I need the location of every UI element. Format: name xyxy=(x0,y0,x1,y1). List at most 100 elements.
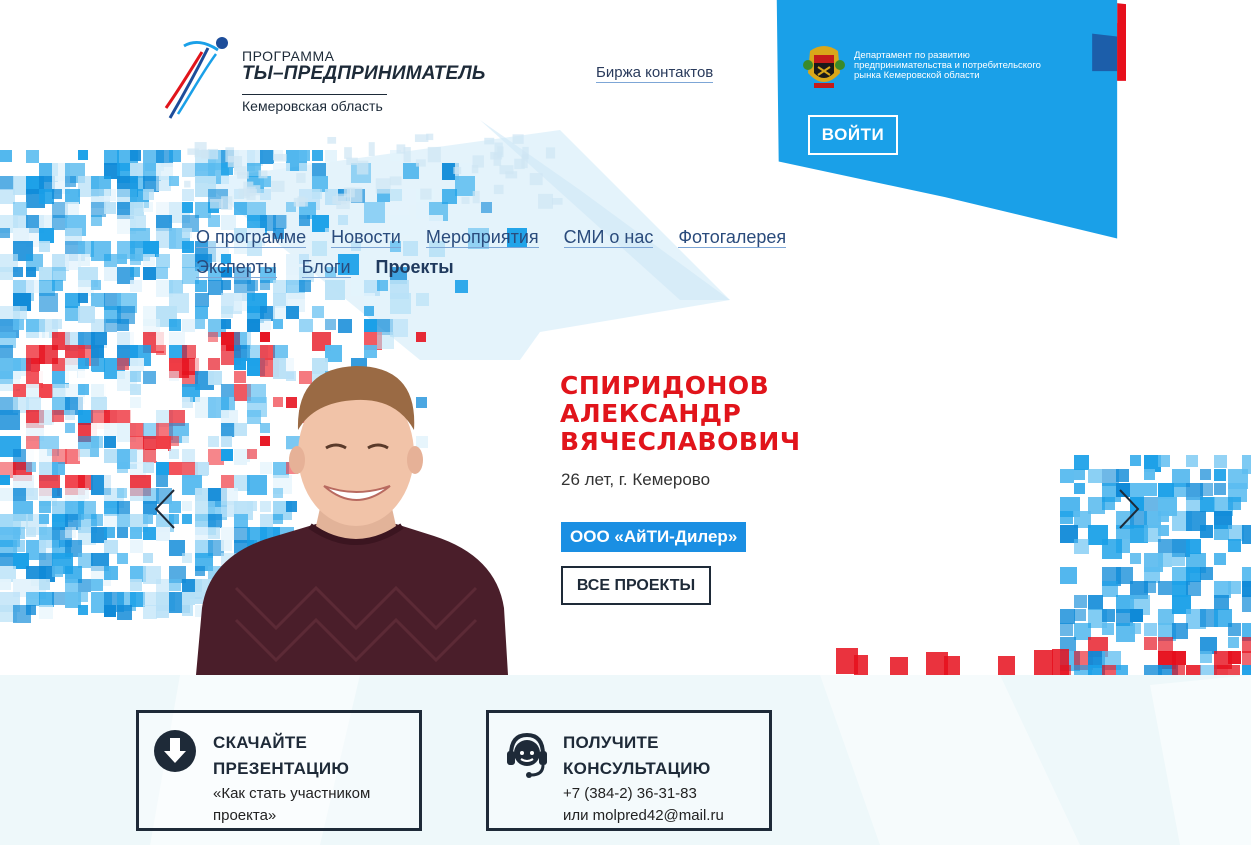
mosaic-tile xyxy=(78,384,89,395)
mosaic-tile xyxy=(52,449,67,464)
mosaic-tile xyxy=(78,605,88,615)
mosaic-tile xyxy=(39,189,54,204)
program-logo[interactable]: ПРОГРАММА ТЫ–ПРЕДПРИНИМАТЕЛЬ Кемеровская… xyxy=(164,32,514,122)
mosaic-tile xyxy=(332,196,347,205)
mosaic-tile xyxy=(52,423,63,434)
contacts-exchange-link[interactable]: Биржа контактов xyxy=(596,64,714,83)
mosaic-tile xyxy=(273,280,287,294)
mosaic-tile xyxy=(52,215,67,230)
mosaic-tile xyxy=(1060,567,1077,584)
mosaic-tile xyxy=(1214,525,1229,540)
mosaic-tile xyxy=(65,306,80,321)
mosaic-tile xyxy=(273,163,290,180)
mosaic-tile xyxy=(130,423,144,437)
mosaic-tile xyxy=(1060,609,1075,624)
all-projects-button[interactable]: ВСЕ ПРОЕКТЫ xyxy=(561,566,711,605)
mosaic-tile xyxy=(312,189,322,199)
mosaic-tile xyxy=(1158,539,1172,553)
mosaic-tile xyxy=(78,488,89,499)
mosaic-tile xyxy=(130,540,143,553)
card-title-line: КОНСУЛЬТАЦИЮ xyxy=(563,759,711,778)
mosaic-tile xyxy=(1214,553,1226,565)
mosaic-tile xyxy=(13,319,24,330)
mosaic-tile xyxy=(39,228,54,243)
mosaic-tile xyxy=(39,371,51,383)
mosaic-tile xyxy=(182,514,192,524)
mosaic-tile xyxy=(130,488,143,501)
mosaic-tile xyxy=(91,215,102,226)
mosaic-tile xyxy=(156,605,169,618)
nav-item-about[interactable]: О программе xyxy=(196,227,307,248)
mosaic-tile xyxy=(104,501,119,516)
mosaic-tile xyxy=(169,176,179,186)
get-consultation-card[interactable]: ПОЛУЧИТЕ КОНСУЛЬТАЦИЮ +7 (384-2) 36-31-8… xyxy=(486,710,772,831)
mosaic-tile xyxy=(182,163,196,177)
mosaic-tile xyxy=(65,202,79,216)
mosaic-tile xyxy=(1102,581,1118,597)
mosaic-tile xyxy=(338,319,352,333)
mosaic-tile xyxy=(143,449,157,463)
mosaic-tile xyxy=(65,527,76,538)
mosaic-tile xyxy=(26,462,36,472)
mosaic-tile xyxy=(416,332,426,342)
nav-item-blogs[interactable]: Блоги xyxy=(301,257,351,278)
mosaic-tile xyxy=(194,142,207,158)
mosaic-tile xyxy=(0,553,13,566)
kemerovo-coat-of-arms-icon xyxy=(803,46,845,88)
nav-item-news[interactable]: Новости xyxy=(331,227,401,248)
mosaic-tile xyxy=(130,592,145,607)
mosaic-tile xyxy=(143,254,155,266)
mosaic-tile xyxy=(521,154,528,169)
mosaic-tile xyxy=(13,384,26,397)
nav-item-events[interactable]: Мероприятия xyxy=(425,227,539,248)
mosaic-tile xyxy=(1144,637,1157,650)
mosaic-tile xyxy=(104,202,116,214)
mosaic-tile xyxy=(368,142,375,156)
mosaic-tile xyxy=(260,319,271,330)
mosaic-tile xyxy=(1116,469,1129,482)
nav-item-gallery[interactable]: Фотогалерея xyxy=(678,227,787,248)
mosaic-tile xyxy=(156,579,169,592)
mosaic-tile xyxy=(1158,553,1172,567)
entrepreneur-name-line: ВЯЧЕСЛАВОВИЧ xyxy=(560,427,801,456)
mosaic-tile xyxy=(1060,511,1073,524)
mosaic-tile xyxy=(1200,483,1213,496)
mosaic-tile xyxy=(273,332,285,344)
download-presentation-card[interactable]: СКАЧАЙТЕ ПРЕЗЕНТАЦИЮ «Как стать участник… xyxy=(136,710,422,831)
mosaic-tile xyxy=(529,173,543,186)
mosaic-tile xyxy=(208,280,223,295)
mosaic-tile xyxy=(13,540,25,552)
mosaic-tile xyxy=(39,215,53,229)
slider-next-arrow-icon[interactable] xyxy=(1114,486,1144,532)
mosaic-tile xyxy=(1144,581,1156,593)
mosaic-tile xyxy=(210,198,223,209)
mosaic-tile xyxy=(104,566,118,580)
headset-operator-icon xyxy=(507,732,547,778)
mosaic-tile xyxy=(104,449,118,463)
mosaic-tile xyxy=(91,384,106,399)
nav-item-media[interactable]: СМИ о нас xyxy=(563,227,654,248)
mosaic-tile xyxy=(195,306,208,319)
mosaic-tile xyxy=(0,345,13,358)
mosaic-tile xyxy=(390,293,411,314)
mosaic-tile xyxy=(1228,637,1239,648)
slider-prev-arrow-icon[interactable] xyxy=(150,486,180,532)
mosaic-tile xyxy=(538,193,553,209)
mosaic-tile xyxy=(39,384,53,398)
nav-item-experts[interactable]: Эксперты xyxy=(196,257,277,278)
mosaic-tile xyxy=(39,579,50,590)
login-button[interactable]: ВОЙТИ xyxy=(808,115,898,155)
nav-item-projects[interactable]: Проекты xyxy=(376,257,454,277)
mosaic-tile xyxy=(104,384,116,396)
mosaic-tile xyxy=(1242,595,1251,612)
mosaic-tile xyxy=(143,553,153,563)
mosaic-tile xyxy=(130,410,143,423)
mosaic-tile xyxy=(1214,469,1226,481)
mosaic-tile xyxy=(461,196,470,204)
mosaic-tile xyxy=(325,280,345,300)
company-badge[interactable]: ООО «АйТИ-Дилер» xyxy=(561,522,747,552)
mosaic-tile xyxy=(91,202,106,217)
mosaic-tile xyxy=(182,592,195,605)
mosaic-tile xyxy=(26,384,41,399)
mosaic-tile xyxy=(169,449,179,459)
